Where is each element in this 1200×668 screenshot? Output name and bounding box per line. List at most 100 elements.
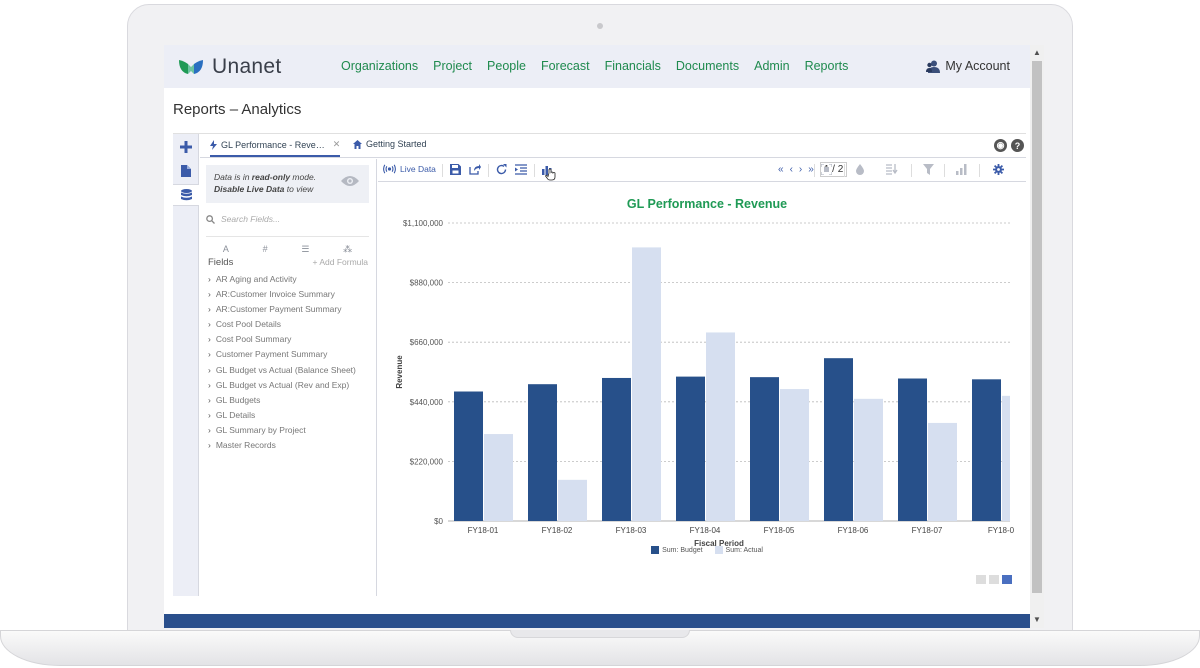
list-type-icon[interactable]: ☰ — [301, 244, 309, 255]
tab-getting-started[interactable]: Getting Started — [353, 139, 427, 149]
laptop-notch — [510, 630, 690, 638]
nav-people[interactable]: People — [487, 59, 526, 73]
x-tick-label: FY18-01 — [468, 526, 499, 535]
list-item[interactable]: › GL Budgets — [208, 393, 356, 408]
list-item[interactable]: › AR:Customer Payment Summary — [208, 302, 356, 317]
list-item[interactable]: › Master Records — [208, 438, 356, 453]
list-indent-icon — [515, 164, 527, 175]
help-icon[interactable]: ? — [1011, 139, 1024, 152]
page-scrollbar[interactable]: ▲ ▼ — [1030, 45, 1044, 628]
bar-budget — [750, 377, 779, 521]
fit-button[interactable] — [821, 164, 832, 175]
live-data-toggle[interactable]: Live Data — [383, 164, 436, 174]
chevron-right-icon: › — [208, 289, 211, 300]
chevron-right-icon: › — [208, 394, 211, 405]
list-item[interactable]: › GL Budget vs Actual (Balance Sheet) — [208, 363, 356, 378]
globe-icon[interactable]: ◉ — [994, 139, 1007, 152]
bar-budget — [602, 377, 631, 521]
eye-icon[interactable] — [341, 175, 359, 187]
bar-actual — [706, 332, 735, 521]
settings-button[interactable] — [993, 164, 1004, 175]
scroll-down-icon[interactable]: ▼ — [1032, 615, 1042, 625]
bar-budget — [898, 378, 927, 521]
sort-button[interactable] — [886, 164, 898, 175]
search-icon — [206, 214, 215, 224]
scroll-thumb[interactable] — [1032, 61, 1042, 593]
list-item[interactable]: › AR Aging and Activity — [208, 272, 356, 287]
filter-button[interactable] — [923, 164, 934, 175]
nav-forecast[interactable]: Forecast — [541, 59, 590, 73]
list-item[interactable]: › GL Details — [208, 408, 356, 423]
bar-chart: $0 $220,000 $440,000 $660,000 $880,000 $1,100… — [395, 219, 1015, 548]
field-type-filters: A # ☰ ⁂ — [206, 236, 369, 255]
document-button[interactable] — [173, 160, 199, 182]
data-sources-button[interactable] — [173, 184, 199, 206]
search-fields-input[interactable]: Search Fields... — [206, 214, 280, 224]
bar-actual — [632, 247, 661, 521]
list-item[interactable]: › GL Budget vs Actual (Rev and Exp) — [208, 378, 356, 393]
nav-financials[interactable]: Financials — [605, 59, 661, 73]
y-tick-label: $440,000 — [410, 398, 444, 407]
main-nav: Organizations Project People Forecast Fi… — [341, 59, 863, 73]
live-data-label: Live Data — [400, 164, 436, 174]
brand-logo[interactable]: Unanet — [178, 55, 282, 78]
text-type-icon[interactable]: A — [223, 244, 229, 255]
refresh-button[interactable] — [496, 164, 507, 175]
toolbar-divider — [442, 164, 443, 177]
plus-icon — [180, 141, 192, 153]
legend-swatch — [651, 546, 660, 554]
nav-project[interactable]: Project — [433, 59, 472, 73]
next-page-icon[interactable]: › — [799, 164, 802, 175]
list-item[interactable]: › GL Summary by Project — [208, 423, 356, 438]
add-report-button[interactable] — [173, 136, 199, 158]
toolbar-divider — [814, 164, 815, 177]
tab-label: GL Performance - Reve… — [221, 139, 325, 150]
bolt-icon — [210, 139, 217, 150]
x-tick-label: FY18-07 — [912, 526, 943, 535]
home-icon — [353, 139, 362, 149]
list-item[interactable]: › Cost Pool Summary — [208, 332, 356, 347]
my-account-menu[interactable]: My Account — [926, 59, 1010, 73]
unanet-logo-icon — [179, 60, 203, 74]
bar-budget — [528, 384, 557, 521]
camera-dot — [597, 23, 603, 29]
list-item[interactable]: › AR:Customer Invoice Summary — [208, 287, 356, 302]
page-title: Reports – Analytics — [173, 101, 302, 118]
legend-swatch — [714, 546, 723, 554]
close-tab-icon[interactable]: ✕ — [333, 139, 341, 150]
hierarchy-type-icon[interactable]: ⁂ — [343, 244, 352, 255]
bar-actual — [1002, 395, 1010, 521]
list-item[interactable]: › Cost Pool Details — [208, 317, 356, 332]
bar-actual — [928, 422, 957, 521]
x-tick-label: FY18-0 — [988, 526, 1015, 535]
tab-gl-performance[interactable]: GL Performance - Reve… ✕ — [210, 139, 341, 157]
nav-reports[interactable]: Reports — [805, 59, 849, 73]
toolbar-divider — [911, 164, 912, 177]
footer-bar — [164, 614, 1030, 628]
legend-item-budget[interactable]: Sum: Budget — [651, 546, 703, 554]
table-view-button[interactable] — [989, 575, 999, 584]
scroll-up-icon[interactable]: ▲ — [1032, 48, 1042, 58]
grid-view-button[interactable] — [976, 575, 986, 584]
chevron-right-icon: › — [208, 409, 211, 420]
prev-page-icon[interactable]: ‹ — [790, 164, 793, 175]
color-button[interactable] — [856, 164, 864, 175]
chart-type-button[interactable] — [542, 164, 556, 182]
format-button[interactable] — [515, 164, 527, 175]
nav-documents[interactable]: Documents — [676, 59, 739, 73]
nav-admin[interactable]: Admin — [754, 59, 789, 73]
y-tick-label: $220,000 — [410, 457, 444, 466]
x-tick-label: FY18-05 — [764, 526, 795, 535]
nav-organizations[interactable]: Organizations — [341, 59, 418, 73]
y-tick-label: $0 — [434, 517, 443, 526]
number-type-icon[interactable]: # — [263, 244, 268, 255]
last-page-icon[interactable]: » — [808, 164, 814, 175]
export-button[interactable] — [469, 164, 481, 175]
chart-view-button[interactable] — [1002, 575, 1012, 584]
stats-button[interactable] — [956, 164, 967, 175]
first-page-icon[interactable]: « — [778, 164, 784, 175]
legend-item-actual[interactable]: Sum: Actual — [714, 546, 763, 554]
list-item[interactable]: › Customer Payment Summary — [208, 347, 356, 362]
add-formula-link[interactable]: + Add Formula — [312, 257, 368, 267]
save-button[interactable] — [450, 164, 461, 175]
